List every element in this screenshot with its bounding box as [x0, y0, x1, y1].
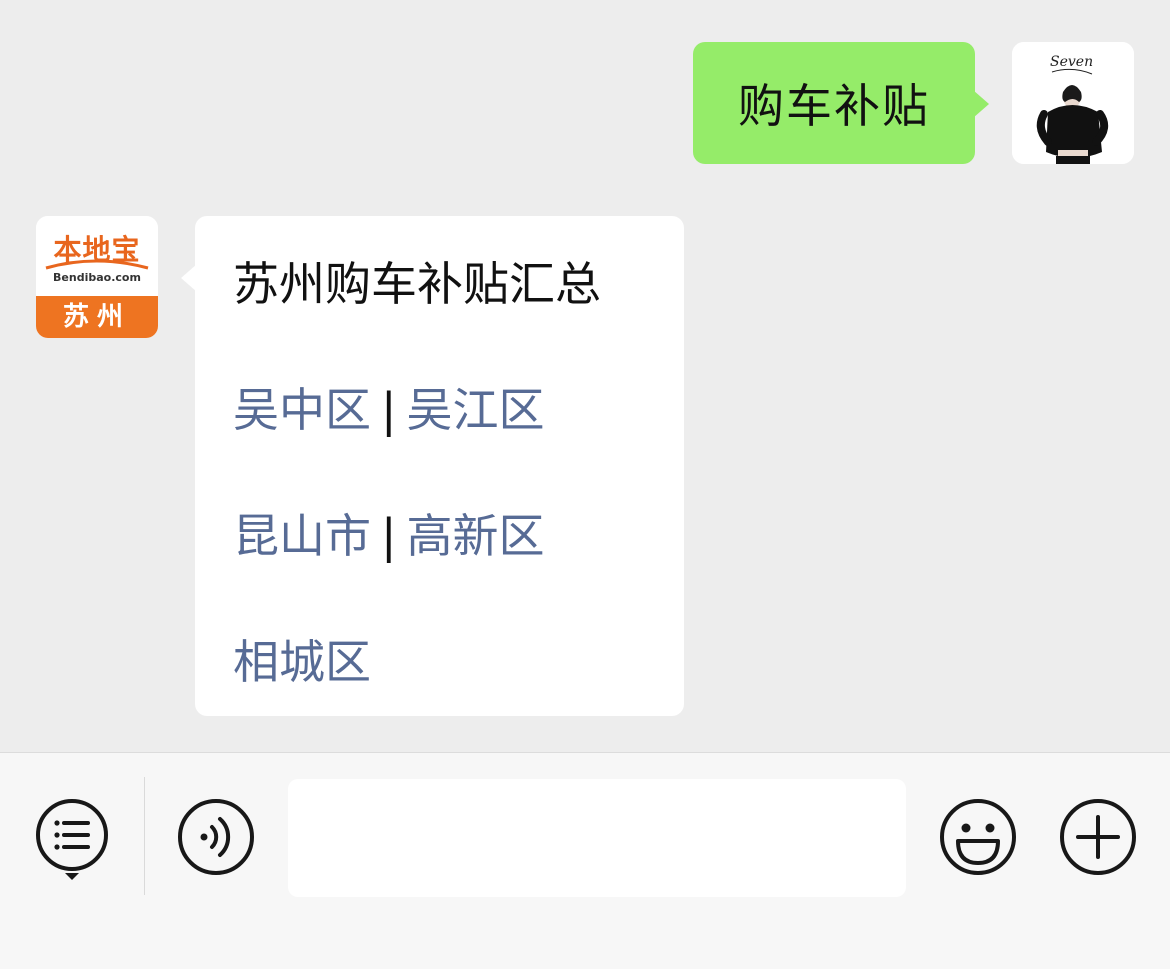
link-kunshan[interactable]: 昆山市	[233, 509, 371, 563]
bot-message-bubble: 苏州购车补贴汇总 吴中区 | 吴江区 昆山市 | 高新区 相城区	[181, 216, 684, 716]
chat-screen: 购车补贴 Seven 本地宝 Bendibao.com 苏州 苏州购车补贴汇总 …	[0, 0, 1170, 969]
logo-subtext: Bendibao.com	[53, 271, 141, 284]
bubble-tail	[181, 264, 197, 292]
user-message-bubble[interactable]: 购车补贴	[693, 42, 989, 164]
user-avatar[interactable]: Seven	[1012, 42, 1134, 164]
logo-swoosh-icon	[45, 259, 149, 270]
link-wuzhong[interactable]: 吴中区	[233, 383, 371, 437]
input-bar	[0, 752, 1170, 969]
bubble-tail	[973, 90, 989, 118]
link-row: 相城区	[233, 626, 371, 692]
link-wujiang[interactable]: 吴江区	[407, 383, 545, 437]
plus-icon[interactable]	[1058, 797, 1138, 877]
logo-city: 苏州	[36, 296, 158, 338]
bot-avatar[interactable]: 本地宝 Bendibao.com 苏州	[36, 216, 158, 338]
link-row: 吴中区 | 吴江区	[233, 374, 545, 440]
link-xiangcheng[interactable]: 相城区	[233, 635, 371, 689]
link-gaoxin[interactable]: 高新区	[407, 509, 545, 563]
bar-divider	[144, 777, 145, 895]
link-row: 昆山市 | 高新区	[233, 500, 545, 566]
bot-message-title: 苏州购车补贴汇总	[233, 257, 601, 311]
message-list: 购车补贴 Seven 本地宝 Bendibao.com 苏州 苏州购车补贴汇总 …	[0, 0, 1170, 752]
link-separator: |	[381, 383, 397, 437]
emoji-icon[interactable]	[938, 797, 1018, 877]
user-avatar-illustration: Seven	[1012, 42, 1134, 164]
user-message-text: 购车补贴	[738, 79, 930, 133]
menu-list-icon[interactable]	[32, 795, 112, 891]
user-avatar-caption: Seven	[1050, 54, 1093, 70]
message-input[interactable]	[288, 779, 906, 897]
voice-icon[interactable]	[176, 797, 256, 877]
link-separator: |	[381, 509, 397, 563]
